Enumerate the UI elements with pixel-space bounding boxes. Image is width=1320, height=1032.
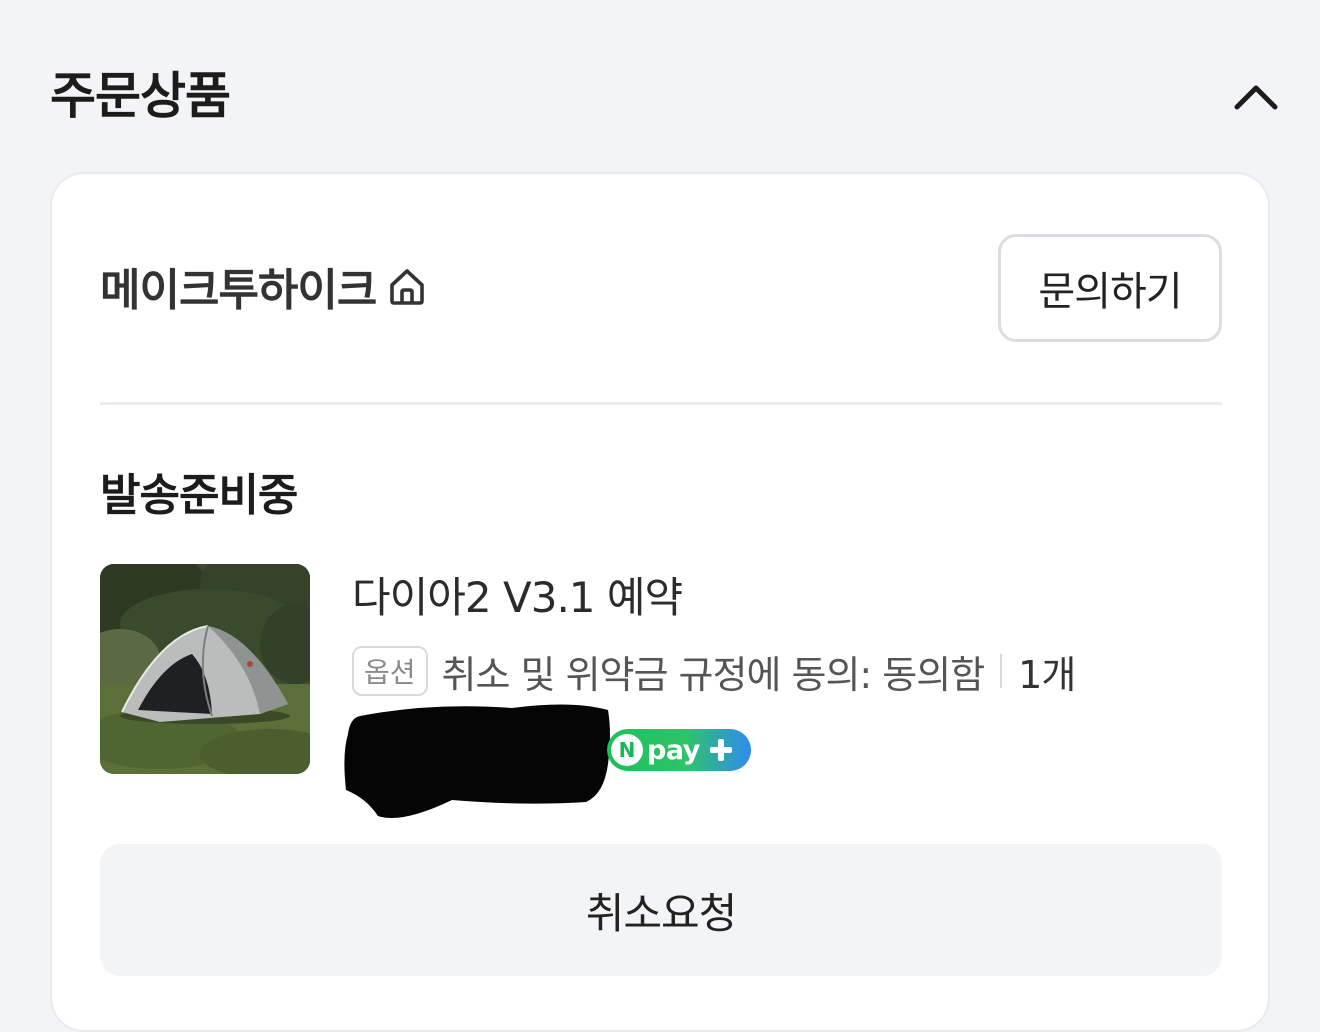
plus-icon	[706, 735, 736, 765]
price-redaction	[342, 694, 612, 824]
order-items-header: 주문상품	[50, 60, 1280, 132]
store-row: 메이크투하이크 문의하기	[100, 234, 1222, 344]
cancel-request-button[interactable]: 취소요청	[100, 844, 1222, 976]
quantity: 1개	[1018, 652, 1076, 697]
divider	[100, 402, 1222, 405]
store-name: 메이크투하이크	[100, 265, 377, 316]
inquiry-button[interactable]: 문의하기	[998, 234, 1222, 342]
order-card: 메이크투하이크 문의하기 발송준비중 다이아2 V3.1 예약 옵션 취소 및 …	[50, 172, 1270, 1032]
store-link[interactable]: 메이크투하이크	[100, 256, 430, 316]
option-row: 옵션 취소 및 위약금 규정에 동의: 동의함 1개	[352, 644, 1076, 698]
npay-n-logo: N	[611, 734, 643, 766]
tent-photo	[100, 564, 310, 774]
product-name[interactable]: 다이아2 V3.1 예약	[352, 570, 683, 626]
option-badge: 옵션	[352, 646, 428, 696]
order-status: 발송준비중	[100, 470, 298, 521]
section-title: 주문상품	[50, 67, 231, 125]
chevron-up-icon	[1234, 85, 1278, 110]
home-icon	[384, 263, 430, 309]
option-text: 취소 및 위약금 규정에 동의: 동의함	[441, 652, 986, 697]
collapse-toggle[interactable]	[1232, 72, 1280, 120]
npay-plus-badge: N pay	[607, 729, 751, 771]
npay-text: pay	[647, 734, 700, 766]
option-separator	[1000, 654, 1003, 688]
product-thumbnail[interactable]	[100, 564, 310, 774]
